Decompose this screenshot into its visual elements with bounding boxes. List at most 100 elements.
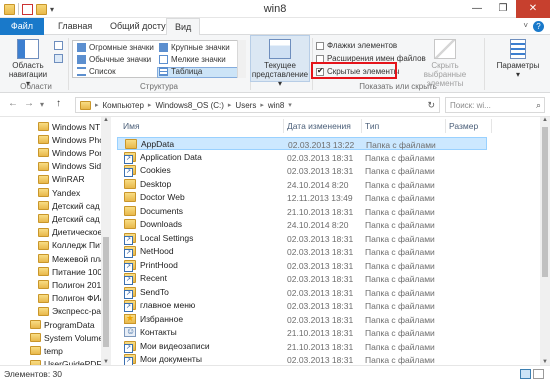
details-view-button[interactable] <box>520 369 531 379</box>
scroll-thumb[interactable] <box>103 237 109 347</box>
nav-item[interactable]: Детский сад П <box>38 199 108 212</box>
column-header-date[interactable]: Дата изменения <box>287 117 351 135</box>
file-name-cell: AppData <box>125 139 174 149</box>
column-header-size[interactable]: Размер <box>449 117 478 135</box>
up-button[interactable]: ↑ <box>56 98 61 109</box>
table-row[interactable]: Local Settings 02.03.2013 18:31 Папка с фа… <box>117 232 487 245</box>
layout-small-icons[interactable]: Мелкие значки <box>159 54 226 65</box>
scroll-thumb[interactable] <box>542 127 548 277</box>
nav-item[interactable]: Питание 1000 <box>38 265 107 278</box>
address-bar[interactable]: ▸ Компьютер ▸ Windows8_OS (C:) ▸ Users ▸… <box>75 97 440 113</box>
table-row[interactable]: Recent 02.03.2013 18:31 Папка с файлами <box>117 272 487 285</box>
table-row[interactable]: Desktop 24.10.2014 8:20 Папка с файлами <box>117 178 487 191</box>
preview-pane-button[interactable] <box>54 40 63 51</box>
date-modified: 21.10.2013 18:31 <box>287 206 354 217</box>
shortcut-folder-icon <box>124 354 136 365</box>
nav-item[interactable]: Детский сад Ц <box>38 212 108 225</box>
current-view-button[interactable]: Текущее представление ▾ <box>250 35 310 88</box>
breadcrumb-users[interactable]: Users <box>235 101 256 110</box>
table-row[interactable]: главное меню 02.03.2013 18:31 Папка с файл… <box>117 299 487 312</box>
recent-locations-button[interactable]: ▾ <box>40 100 44 109</box>
help-icon[interactable]: ? <box>533 21 544 32</box>
file-type: Папка с файлами <box>365 355 435 365</box>
scroll-up-icon[interactable]: ▲ <box>540 117 550 123</box>
file-name: AppData <box>141 139 175 149</box>
date-modified: 02.03.2013 13:22 <box>288 140 355 150</box>
nav-item[interactable]: Windows NT <box>38 120 100 133</box>
close-button[interactable]: ✕ <box>516 0 550 18</box>
shortcut-folder-icon <box>124 165 136 177</box>
nav-item[interactable]: Межевой плаı <box>38 252 107 265</box>
tab-file[interactable]: Файл <box>0 18 44 35</box>
table-row[interactable]: Downloads 24.10.2014 8:20 Папка с файлами <box>117 218 487 231</box>
layout-details[interactable]: Таблица <box>159 66 202 77</box>
breadcrumb-drive[interactable]: Windows8_OS (C:) <box>155 101 223 110</box>
table-row[interactable]: Application Data 02.03.2013 18:31 Папка с … <box>117 151 487 164</box>
nav-item[interactable]: ProgramData <box>30 318 95 331</box>
status-bar: Элементов: 30 <box>0 365 550 381</box>
layout-large-icons[interactable]: Крупные значки <box>159 42 230 53</box>
scroll-up-icon[interactable]: ▲ <box>101 117 111 123</box>
hide-selected-button[interactable]: Скрыть выбранные элементы <box>416 39 474 88</box>
item-checkboxes-toggle[interactable]: Флажки элементов <box>316 40 397 51</box>
column-header-name[interactable]: Имя <box>123 117 140 135</box>
options-label: Параметры <box>496 61 540 70</box>
details-pane-button[interactable] <box>54 53 63 64</box>
table-row[interactable]: AppData 02.03.2013 13:22 Папка с файлами <box>117 137 487 150</box>
navigation-pane-button[interactable]: Область навигации ▾ <box>6 39 50 88</box>
chevron-down-icon[interactable]: ˅ <box>523 21 528 30</box>
layout-scrollbar[interactable] <box>237 40 246 78</box>
nav-item[interactable]: WinRAR <box>38 173 85 186</box>
tab-view[interactable]: Вид <box>166 18 201 36</box>
nav-item[interactable]: temp <box>30 344 63 357</box>
maximize-button[interactable]: ❐ <box>490 0 516 18</box>
breadcrumb-win8[interactable]: win8 <box>268 101 284 110</box>
file-name: NetHood <box>140 246 174 256</box>
file-list-scrollbar[interactable]: ▲ ▼ <box>540 117 550 365</box>
breadcrumb-dropdown[interactable]: ▾ <box>288 101 292 109</box>
search-input[interactable]: Поиск: wi... ⌕ <box>445 97 545 113</box>
forward-button[interactable]: → <box>24 98 34 109</box>
table-row[interactable]: Cookies 02.03.2013 18:31 Папка с файлами <box>117 164 487 177</box>
file-name-cell: главное меню <box>124 300 195 312</box>
table-row[interactable]: Documents 21.10.2013 18:31 Папка с файлами <box>117 205 487 218</box>
shortcut-folder-icon <box>124 340 136 353</box>
nav-item[interactable]: Диетическое п <box>38 226 109 239</box>
minimize-button[interactable]: — <box>464 0 490 18</box>
navigation-scrollbar[interactable]: ▲ ▼ <box>101 117 111 365</box>
layout-extra-large-icons[interactable]: Огромные значки <box>77 42 154 53</box>
tab-home[interactable]: Главная <box>50 18 100 35</box>
table-row[interactable]: Мои видеозаписи 21.10.2013 18:31 Папка с ф… <box>117 340 487 353</box>
back-button[interactable]: ← <box>8 98 18 109</box>
table-row[interactable]: PrintHood 02.03.2013 18:31 Папка с файлами <box>117 259 487 272</box>
large-icons-view-button[interactable] <box>533 369 544 379</box>
file-name-cell: Cookies <box>124 165 171 177</box>
nav-item[interactable]: Экспресс-расс <box>38 305 110 318</box>
file-type: Папка с файлами <box>365 341 435 352</box>
nav-item[interactable]: Колледж Пита <box>38 239 108 252</box>
options-button[interactable]: Параметры ▾ <box>492 39 544 79</box>
table-row[interactable]: Doctor Web 12.11.2013 13:49 Папка с файлам… <box>117 191 487 204</box>
breadcrumb-computer[interactable]: Компьютер <box>103 101 144 110</box>
item-checkboxes-checkbox[interactable] <box>316 41 324 50</box>
layout-list[interactable]: Список <box>77 66 116 77</box>
nav-item[interactable]: UserGuidePDF <box>30 358 102 365</box>
table-row[interactable]: NetHood 02.03.2013 18:31 Папка с файлами <box>117 245 487 258</box>
nav-item[interactable]: Windows Porta <box>38 146 109 159</box>
date-modified: 02.03.2013 18:31 <box>287 301 354 311</box>
nav-item[interactable]: Windows Sidel <box>38 160 108 173</box>
table-row[interactable]: Избранное 02.03.2013 18:31 Папка с файлами <box>117 313 487 326</box>
refresh-icon[interactable]: ↻ <box>427 100 435 111</box>
layout-medium-icons[interactable]: Обычные значки <box>77 54 151 65</box>
nav-item[interactable]: Полигон ФИА <box>38 292 105 305</box>
table-row[interactable]: Контакты 21.10.2013 18:31 Папка с файлами <box>117 326 487 339</box>
nav-item[interactable]: Yandex <box>38 186 80 199</box>
file-name-cell: Doctor Web <box>124 192 185 202</box>
nav-item[interactable]: System Volume I <box>30 331 108 344</box>
column-header-type[interactable]: Тип <box>365 117 379 135</box>
table-row[interactable]: Мои документы 02.03.2013 18:31 Папка с фай… <box>117 353 487 365</box>
nav-item[interactable]: Полигон 2012 <box>38 278 106 291</box>
nav-item[interactable]: Windows Phot <box>38 133 106 146</box>
favorites-folder-icon <box>124 313 136 324</box>
table-row[interactable]: SendTo 02.03.2013 18:31 Папка с файлами <box>117 286 487 299</box>
